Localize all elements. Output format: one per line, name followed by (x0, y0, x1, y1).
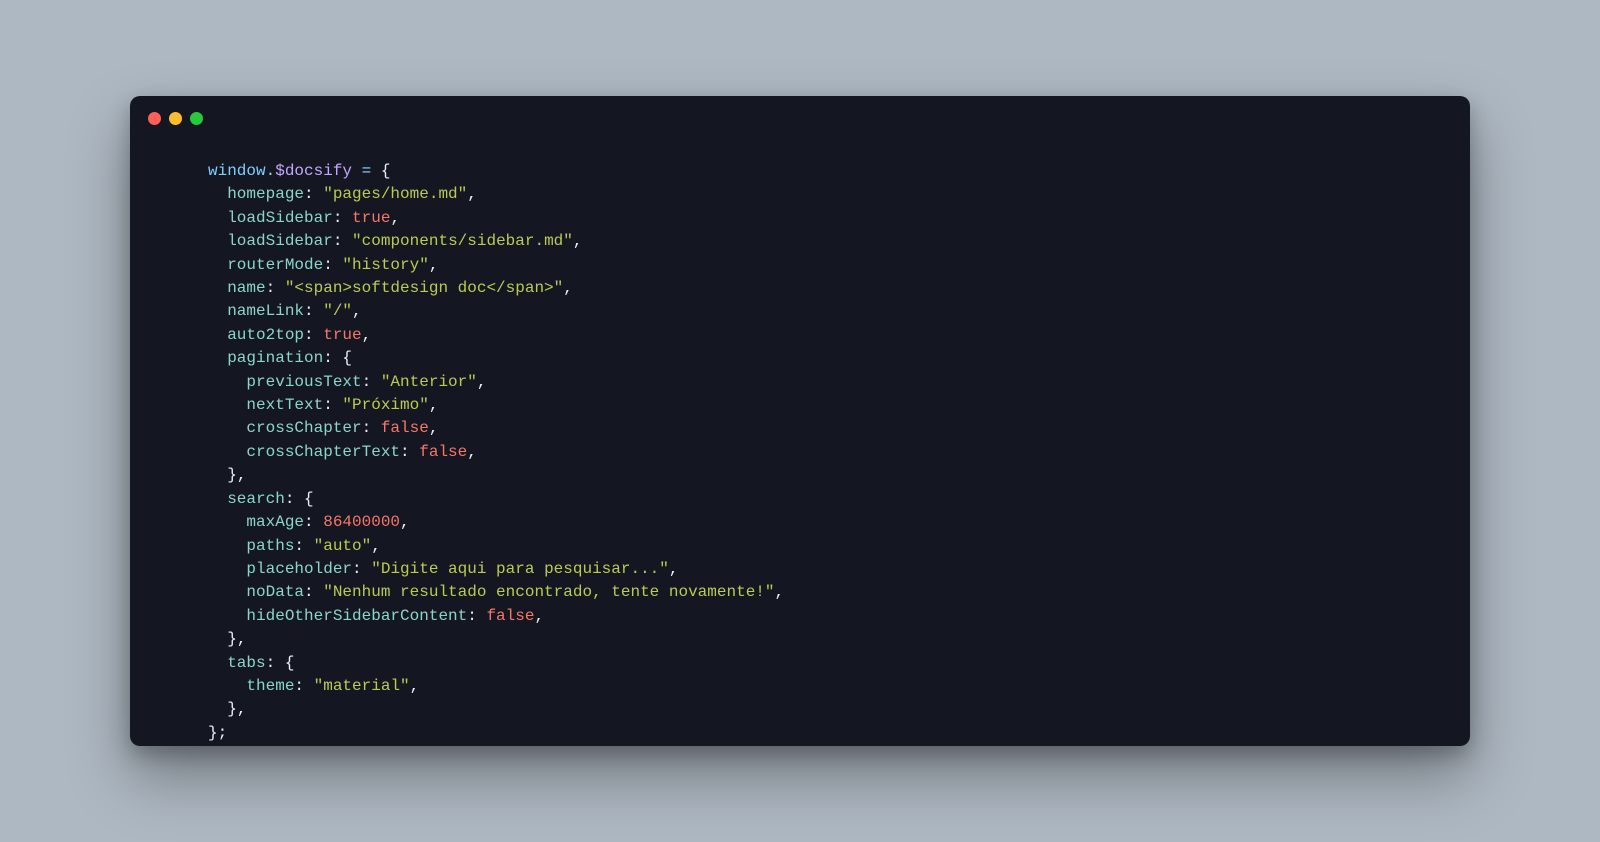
code-token: "auto" (314, 537, 372, 555)
code-token: : (304, 583, 323, 601)
code-token: "/" (323, 302, 352, 320)
code-token: tabs (227, 654, 265, 672)
code-token: name (227, 279, 265, 297)
code-token: : (333, 232, 343, 250)
code-token: : (323, 349, 342, 367)
code-token: , (362, 326, 372, 344)
code-token: crossChapter (246, 419, 361, 437)
code-token: placeholder (246, 560, 352, 578)
code-token: nextText (246, 396, 323, 414)
code-token: : (304, 326, 323, 344)
code-token: , (573, 232, 583, 250)
code-token: , (410, 677, 420, 695)
code-token: , (467, 443, 477, 461)
code-token: auto2top (227, 326, 304, 344)
code-token: , (352, 302, 362, 320)
code-token: homepage (227, 185, 304, 203)
code-token: false (381, 419, 429, 437)
code-token: "material" (314, 677, 410, 695)
code-token: "<span>softdesign doc</span>" (285, 279, 563, 297)
code-token: : (266, 279, 285, 297)
code-token: : (304, 185, 323, 203)
code-token: } (227, 630, 237, 648)
code-token: true (352, 209, 390, 227)
code-token: , (775, 583, 785, 601)
code-token: loadSidebar (227, 232, 333, 250)
code-token: crossChapterText (246, 443, 400, 461)
code-token: , (429, 419, 439, 437)
code-token: } (227, 700, 237, 718)
code-token: { (304, 490, 314, 508)
code-token: : (266, 654, 285, 672)
window-titlebar (130, 96, 1470, 140)
code-token: : (304, 302, 323, 320)
code-token: , (429, 256, 439, 274)
editor-window: window.$docsify = { homepage: "pages/hom… (130, 96, 1470, 746)
code-token: = (352, 162, 381, 180)
minimize-icon[interactable] (169, 112, 182, 125)
code-token: } (227, 466, 237, 484)
code-block: window.$docsify = { homepage: "pages/hom… (130, 140, 1470, 746)
code-token: : (323, 256, 342, 274)
code-token: nameLink (227, 302, 304, 320)
code-token: { (342, 349, 352, 367)
code-token: . (266, 162, 276, 180)
code-token: : (400, 443, 419, 461)
code-token: false (486, 607, 534, 625)
code-token: "Nenhum resultado encontrado, tente nova… (323, 583, 774, 601)
code-token: , (563, 279, 573, 297)
code-token: true (323, 326, 361, 344)
code-token: paths (246, 537, 294, 555)
code-token: noData (246, 583, 304, 601)
code-token: { (381, 162, 391, 180)
code-token: maxAge (246, 513, 304, 531)
code-token: , (534, 607, 544, 625)
code-token: , (237, 630, 247, 648)
code-token: $docsify (275, 162, 352, 180)
code-token: "Digite aqui para pesquisar..." (371, 560, 669, 578)
code-token: , (467, 185, 477, 203)
code-token: "components/sidebar.md" (352, 232, 573, 250)
code-token: loadSidebar (227, 209, 333, 227)
code-token: window (208, 162, 266, 180)
code-token: : (362, 373, 381, 391)
code-token: "pages/home.md" (323, 185, 467, 203)
code-token: , (371, 537, 381, 555)
code-token: , (429, 396, 439, 414)
code-token: false (419, 443, 467, 461)
close-icon[interactable] (148, 112, 161, 125)
code-token: : (333, 209, 352, 227)
code-token: "Próximo" (342, 396, 428, 414)
code-token: search (227, 490, 285, 508)
code-token: , (390, 209, 400, 227)
code-token: : (294, 537, 313, 555)
code-token: { (285, 654, 295, 672)
code-token: }; (208, 724, 227, 742)
code-token: 86400000 (323, 513, 400, 531)
code-token: theme (246, 677, 294, 695)
zoom-icon[interactable] (190, 112, 203, 125)
code-token: , (669, 560, 679, 578)
code-token: : (352, 560, 371, 578)
code-token: , (477, 373, 487, 391)
code-token: "Anterior" (381, 373, 477, 391)
code-token: hideOtherSidebarContent (246, 607, 467, 625)
code-token: : (294, 677, 313, 695)
code-token: : (362, 419, 381, 437)
code-token: pagination (227, 349, 323, 367)
code-token: : (285, 490, 304, 508)
code-token: : (467, 607, 486, 625)
code-token: : (304, 513, 323, 531)
code-token: routerMode (227, 256, 323, 274)
code-token: , (237, 466, 247, 484)
code-token: "history" (342, 256, 428, 274)
code-token: : (323, 396, 342, 414)
code-token: , (237, 700, 247, 718)
code-token: previousText (246, 373, 361, 391)
code-token: , (400, 513, 410, 531)
